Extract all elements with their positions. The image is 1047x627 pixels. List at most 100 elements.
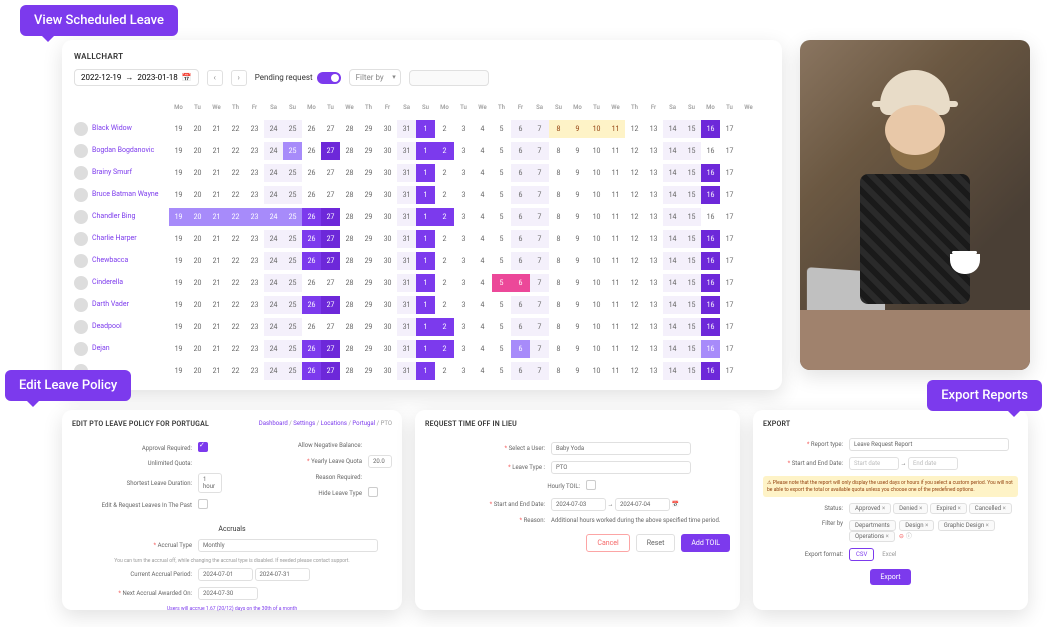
day-cell[interactable]: 12 bbox=[625, 274, 644, 292]
day-cell[interactable]: 30 bbox=[378, 274, 397, 292]
next-accrual-date[interactable]: 2024-07-30 bbox=[198, 587, 258, 600]
day-cell[interactable]: 27 bbox=[321, 230, 340, 248]
day-cell[interactable]: 5 bbox=[492, 142, 511, 160]
day-cell[interactable]: 1 bbox=[416, 252, 435, 270]
day-cell[interactable]: 7 bbox=[530, 296, 549, 314]
day-cell[interactable]: 9 bbox=[568, 208, 587, 226]
day-cell[interactable]: 5 bbox=[492, 252, 511, 270]
day-cell[interactable]: 15 bbox=[682, 362, 701, 380]
day-cell[interactable]: 10 bbox=[587, 252, 606, 270]
day-cell[interactable]: 24 bbox=[264, 208, 283, 226]
day-cell[interactable]: 21 bbox=[207, 142, 226, 160]
day-cell[interactable]: 30 bbox=[378, 186, 397, 204]
day-cell[interactable]: 22 bbox=[226, 142, 245, 160]
filter-chip[interactable]: Graphic Design bbox=[938, 520, 995, 531]
day-cell[interactable]: 10 bbox=[587, 274, 606, 292]
day-cell[interactable]: 6 bbox=[511, 340, 530, 358]
day-cell[interactable]: 30 bbox=[378, 120, 397, 138]
day-cell[interactable]: 8 bbox=[549, 230, 568, 248]
reset-button[interactable]: Reset bbox=[636, 534, 676, 552]
day-cell[interactable]: 11 bbox=[606, 186, 625, 204]
day-cell[interactable]: 4 bbox=[473, 252, 492, 270]
day-cell[interactable]: 9 bbox=[568, 296, 587, 314]
day-cell[interactable]: 8 bbox=[549, 186, 568, 204]
day-cell[interactable]: 1 bbox=[416, 230, 435, 248]
day-cell[interactable]: 30 bbox=[378, 142, 397, 160]
day-cell[interactable]: 12 bbox=[625, 230, 644, 248]
day-cell[interactable]: 11 bbox=[606, 230, 625, 248]
day-cell[interactable]: 22 bbox=[226, 274, 245, 292]
day-cell[interactable]: 31 bbox=[397, 296, 416, 314]
day-cell[interactable]: 29 bbox=[359, 340, 378, 358]
day-cell[interactable]: 28 bbox=[340, 186, 359, 204]
day-cell[interactable]: 15 bbox=[682, 340, 701, 358]
day-cell[interactable]: 12 bbox=[625, 252, 644, 270]
day-cell[interactable]: 23 bbox=[245, 142, 264, 160]
day-cell[interactable]: 6 bbox=[511, 120, 530, 138]
day-cell[interactable]: 17 bbox=[720, 230, 739, 248]
day-cell[interactable]: 27 bbox=[321, 164, 340, 182]
day-cell[interactable]: 2 bbox=[435, 230, 454, 248]
day-cell[interactable]: 16 bbox=[701, 186, 720, 204]
day-cell[interactable]: 30 bbox=[378, 296, 397, 314]
day-cell[interactable]: 9 bbox=[568, 142, 587, 160]
day-cell[interactable]: 19 bbox=[169, 142, 188, 160]
day-cell[interactable]: 26 bbox=[302, 362, 321, 380]
day-cell[interactable]: 2 bbox=[435, 120, 454, 138]
day-cell[interactable]: 14 bbox=[663, 340, 682, 358]
day-cell[interactable]: 3 bbox=[454, 142, 473, 160]
day-cell[interactable]: 22 bbox=[226, 230, 245, 248]
day-cell[interactable]: 3 bbox=[454, 318, 473, 336]
day-cell[interactable]: 23 bbox=[245, 208, 264, 226]
day-cell[interactable]: 24 bbox=[264, 164, 283, 182]
day-cell[interactable]: 3 bbox=[454, 296, 473, 314]
format-excel[interactable]: Excel bbox=[876, 549, 902, 560]
day-cell[interactable]: 16 bbox=[701, 230, 720, 248]
day-cell[interactable]: 11 bbox=[606, 296, 625, 314]
day-cell[interactable]: 1 bbox=[416, 120, 435, 138]
day-cell[interactable]: 20 bbox=[188, 362, 207, 380]
day-cell[interactable]: 25 bbox=[283, 340, 302, 358]
day-cell[interactable]: 19 bbox=[169, 186, 188, 204]
person-cell[interactable]: Bogdan Bogdanovic bbox=[74, 144, 169, 158]
day-cell[interactable]: 24 bbox=[264, 142, 283, 160]
day-cell[interactable]: 13 bbox=[644, 340, 663, 358]
day-cell[interactable]: 28 bbox=[340, 362, 359, 380]
day-cell[interactable]: 24 bbox=[264, 318, 283, 336]
day-cell[interactable]: 14 bbox=[663, 230, 682, 248]
day-cell[interactable]: 20 bbox=[188, 252, 207, 270]
day-cell[interactable]: 11 bbox=[606, 120, 625, 138]
day-cell[interactable]: 9 bbox=[568, 186, 587, 204]
day-cell[interactable]: 2 bbox=[435, 142, 454, 160]
day-cell[interactable]: 9 bbox=[568, 318, 587, 336]
day-cell[interactable]: 8 bbox=[549, 252, 568, 270]
day-cell[interactable]: 19 bbox=[169, 340, 188, 358]
day-cell[interactable]: 23 bbox=[245, 274, 264, 292]
day-cell[interactable]: 26 bbox=[302, 252, 321, 270]
day-cell[interactable]: 6 bbox=[511, 362, 530, 380]
day-cell[interactable]: 27 bbox=[321, 186, 340, 204]
day-cell[interactable]: 12 bbox=[625, 142, 644, 160]
status-chip[interactable]: Cancelled bbox=[969, 503, 1012, 514]
day-cell[interactable]: 4 bbox=[473, 340, 492, 358]
day-cell[interactable]: 4 bbox=[473, 318, 492, 336]
day-cell[interactable]: 4 bbox=[473, 274, 492, 292]
day-cell[interactable]: 2 bbox=[435, 318, 454, 336]
day-cell[interactable]: 4 bbox=[473, 164, 492, 182]
day-cell[interactable]: 5 bbox=[492, 164, 511, 182]
day-cell[interactable]: 12 bbox=[625, 362, 644, 380]
day-cell[interactable]: 19 bbox=[169, 252, 188, 270]
day-cell[interactable]: 22 bbox=[226, 318, 245, 336]
day-cell[interactable]: 16 bbox=[701, 318, 720, 336]
day-cell[interactable]: 13 bbox=[644, 230, 663, 248]
day-cell[interactable]: 31 bbox=[397, 274, 416, 292]
day-cell[interactable]: 21 bbox=[207, 274, 226, 292]
day-cell[interactable]: 3 bbox=[454, 120, 473, 138]
day-cell[interactable]: 31 bbox=[397, 362, 416, 380]
day-cell[interactable]: 9 bbox=[568, 340, 587, 358]
day-cell[interactable]: 28 bbox=[340, 274, 359, 292]
day-cell[interactable]: 15 bbox=[682, 230, 701, 248]
day-cell[interactable]: 22 bbox=[226, 208, 245, 226]
day-cell[interactable]: 2 bbox=[435, 252, 454, 270]
day-cell[interactable]: 15 bbox=[682, 120, 701, 138]
